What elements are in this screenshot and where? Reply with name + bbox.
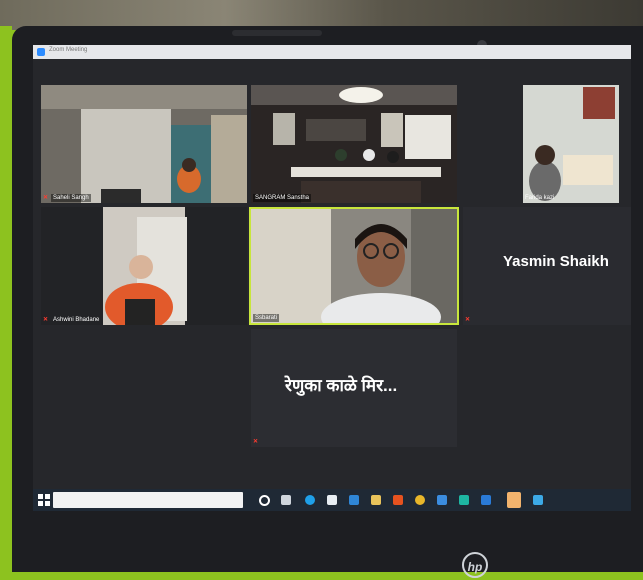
store-icon[interactable] xyxy=(327,495,337,505)
taskbar-search-input[interactable] xyxy=(53,492,243,508)
file-explorer-icon[interactable] xyxy=(371,495,381,505)
mic-muted-icon: ✕ xyxy=(43,317,49,323)
video-tile-no-video[interactable]: रेणुका काळे मिर... ✕ xyxy=(251,329,457,447)
video-tile-no-video[interactable]: Yasmin Shaikh ✕ xyxy=(463,207,631,325)
video-feed xyxy=(463,85,631,203)
windows-taskbar xyxy=(33,489,631,511)
window-titlebar: Zoom Meeting xyxy=(33,45,631,59)
participant-name-card: रेणुका काळे मिर... xyxy=(285,376,398,395)
edge-icon[interactable] xyxy=(305,495,315,505)
video-tile[interactable]: ✕ Saheli Sangh xyxy=(41,85,247,203)
video-tile-active-speaker[interactable]: Ssbarati xyxy=(249,207,459,325)
participant-name: Ashwini Bhadane xyxy=(53,317,100,323)
cortana-icon[interactable] xyxy=(259,495,270,506)
mic-muted-icon: ✕ xyxy=(43,195,49,201)
laptop-screen: Zoom Meeting ✕ Saheli Sangh SANGRAM Sans… xyxy=(33,45,631,511)
app-icon[interactable] xyxy=(459,495,469,505)
task-view-icon[interactable] xyxy=(281,495,291,505)
app-icon[interactable] xyxy=(437,495,447,505)
video-tile[interactable]: SANGRAM Sanstha xyxy=(251,85,457,203)
windows-start-icon[interactable] xyxy=(37,493,51,507)
video-tile[interactable]: ✕ Ashwini Bhadane xyxy=(41,207,247,325)
bezel-hinge xyxy=(232,30,322,36)
app-icon[interactable] xyxy=(481,495,491,505)
video-feed xyxy=(251,85,457,203)
hp-logo: hp xyxy=(462,552,488,578)
participant-name: Ssbarati xyxy=(253,314,280,322)
office-icon[interactable] xyxy=(393,495,403,505)
participant-name: SANGRAM Sanstha xyxy=(253,194,312,202)
mic-muted-icon: ✕ xyxy=(465,317,471,323)
participant-name-card: Yasmin Shaikh xyxy=(503,253,609,270)
zoom-app-icon xyxy=(37,48,45,56)
video-tile[interactable]: Farida kazi xyxy=(463,85,631,203)
frame-border xyxy=(0,26,12,572)
zoom-icon[interactable] xyxy=(507,492,521,508)
video-feed xyxy=(41,85,247,203)
participant-name: Saheli Sangh xyxy=(51,194,91,202)
zoom-meeting-icon[interactable] xyxy=(533,495,543,505)
video-feed xyxy=(251,209,457,323)
window-title: Zoom Meeting xyxy=(49,47,88,53)
participant-name: Farida kazi xyxy=(525,195,555,201)
video-feed xyxy=(41,207,247,325)
mail-icon[interactable] xyxy=(349,495,359,505)
chrome-icon[interactable] xyxy=(415,495,425,505)
mic-muted-icon: ✕ xyxy=(253,439,259,445)
